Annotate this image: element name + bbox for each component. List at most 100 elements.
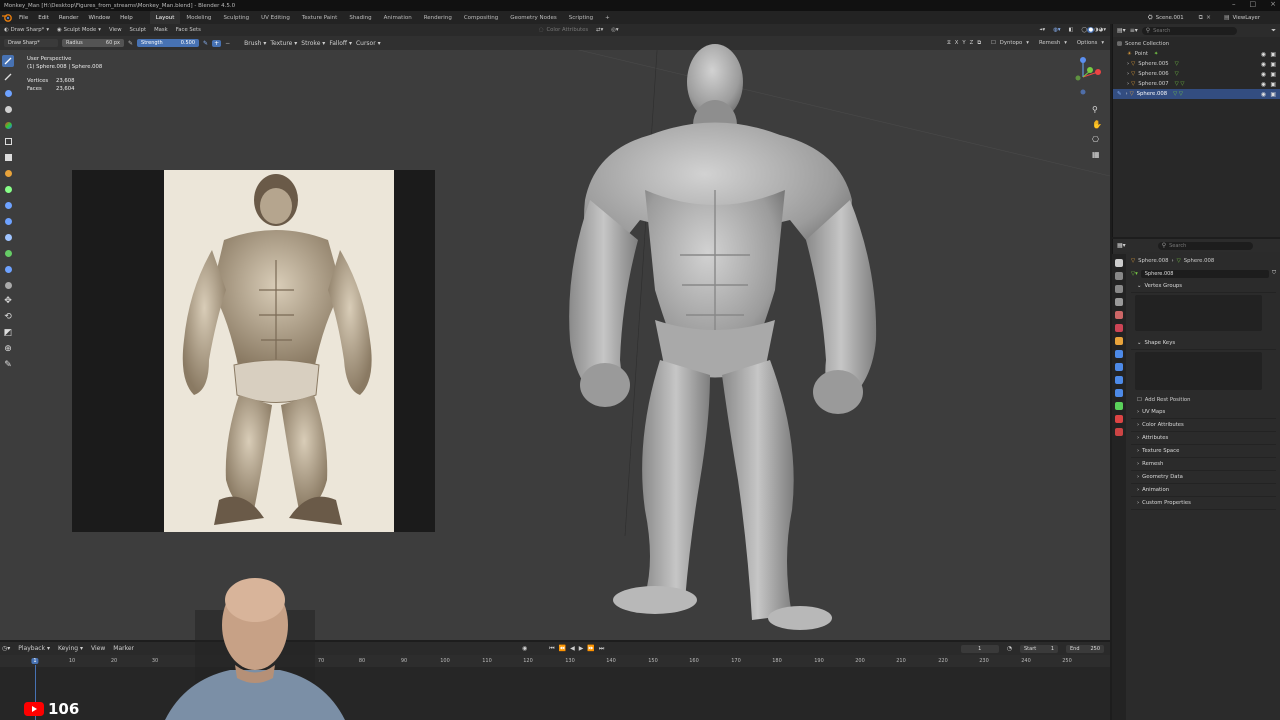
visibility-eye-icon[interactable]: ◉ (1261, 81, 1266, 88)
panel-uv-maps[interactable]: › UV Maps (1131, 406, 1276, 419)
smooth-tool[interactable] (2, 87, 14, 99)
visibility-eye-icon[interactable]: ◉ (1261, 51, 1266, 58)
expand-chevron-icon[interactable]: › (1125, 91, 1127, 97)
end-frame-field[interactable]: End 250 (1066, 644, 1104, 653)
menu-edit[interactable]: Edit (33, 11, 54, 24)
solid-shading-icon[interactable]: ● (1087, 27, 1095, 33)
scene-tab-icon[interactable] (1115, 311, 1123, 319)
play-reverse-icon[interactable]: ◀ (570, 645, 575, 652)
outliner-item-sphere-005[interactable]: › ▽ Sphere.005 ▽ ◉ ▣ (1113, 59, 1280, 69)
chevron-down-icon[interactable]: ▾ (1026, 40, 1029, 46)
tab-uv-editing[interactable]: UV Editing (255, 11, 296, 24)
color-attributes-menu[interactable]: ◌ Color Attributes (535, 24, 592, 36)
chevron-down-icon[interactable]: ▾ (1101, 40, 1104, 46)
annotate-tool[interactable]: ✎ (2, 359, 14, 371)
cursor-menu[interactable]: Cursor ▾ (356, 40, 381, 47)
menu-view[interactable]: View (91, 645, 105, 652)
world-tab-icon[interactable] (1115, 324, 1123, 332)
timeline-editor-icon[interactable]: ◷▾ (2, 645, 10, 652)
jump-start-icon[interactable]: ⏮ (549, 645, 554, 653)
expand-chevron-icon[interactable]: › (1127, 61, 1129, 67)
fake-user-shield-icon[interactable]: ⛉ (1272, 270, 1276, 277)
render-camera-icon[interactable]: ▣ (1270, 81, 1276, 88)
radius-field[interactable]: Radius 60 px (62, 39, 124, 47)
auto-key-icon[interactable]: ◉ (522, 645, 527, 652)
face-set-tool[interactable] (2, 167, 14, 179)
gizmo-icon[interactable]: ⌖▾ (1036, 24, 1050, 36)
navigation-gizmo[interactable]: ⚲ ✋ ⎔ ▦ (1070, 55, 1106, 159)
menu-sculpt[interactable]: Sculpt (126, 24, 151, 36)
panel-color-attributes[interactable]: › Color Attributes (1131, 419, 1276, 432)
symmetry-y-toggle[interactable]: Y (962, 40, 965, 46)
pen-pressure-icon[interactable]: ✎ (203, 40, 208, 47)
scene-delete-icon[interactable]: × (1206, 14, 1211, 21)
texture-tab-icon[interactable] (1115, 428, 1123, 436)
mesh-name-field[interactable]: Sphere.008 (1140, 269, 1270, 278)
maximize-icon[interactable]: □ (1250, 0, 1257, 11)
box-hide-tool[interactable] (2, 151, 14, 163)
panel-custom-properties[interactable]: › Custom Properties (1131, 497, 1276, 510)
expand-chevron-icon[interactable]: › (1127, 81, 1129, 87)
render-camera-icon[interactable]: ▣ (1270, 71, 1276, 78)
outliner-item-sphere-007[interactable]: › ▽ Sphere.007 ▽ ▽ ◉ ▣ (1113, 79, 1280, 89)
remesh-label[interactable]: Remesh (1039, 40, 1060, 46)
pen-pressure-icon[interactable]: ✎ (128, 40, 133, 47)
outliner-item-point[interactable]: ☀ Point ✦ ◉ ▣ (1113, 49, 1280, 59)
chevron-down-icon[interactable]: ▾ (1064, 40, 1067, 46)
constraints-tab-icon[interactable] (1115, 389, 1123, 397)
outliner-item-sphere-008[interactable]: ✎ › ▽ Sphere.008 ▽ ▽ ◉ ▣ (1113, 89, 1280, 99)
symmetry-lock-icon[interactable]: ⧉ (977, 40, 981, 47)
jump-end-icon[interactable]: ⏭ (599, 645, 604, 653)
proportional-icon[interactable]: ◎▾ (607, 24, 622, 36)
symmetry-z-toggle[interactable]: Z (970, 40, 974, 46)
tab-shading[interactable]: Shading (343, 11, 377, 24)
checkbox[interactable]: ☐ (1137, 397, 1142, 403)
minimize-icon[interactable]: – (1232, 0, 1236, 11)
xray-icon[interactable]: ◧ (1065, 24, 1078, 36)
rotate-tool[interactable]: ⟲ (2, 311, 14, 323)
visibility-eye-icon[interactable]: ◉ (1261, 91, 1266, 98)
vertex-groups-list[interactable] (1135, 295, 1262, 331)
mode-selector[interactable]: ◉ Sculpt Mode ▾ (53, 24, 105, 36)
prev-keyframe-icon[interactable]: ⏪ (559, 645, 566, 652)
panel-texture-space[interactable]: › Texture Space (1131, 445, 1276, 458)
box-mask-tool[interactable] (2, 135, 14, 147)
object-tab-icon[interactable] (1115, 337, 1123, 345)
simplify-tool[interactable] (2, 263, 14, 275)
menu-face-sets[interactable]: Face Sets (172, 24, 205, 36)
filter-funnel-icon[interactable]: ⏷ (1271, 27, 1276, 35)
falloff-menu[interactable]: Falloff ▾ (329, 40, 352, 47)
outliner-editor-icon[interactable]: ▤▾ (1117, 27, 1126, 34)
scene-collection-row[interactable]: ▨ Scene Collection (1113, 39, 1280, 49)
menu-mask[interactable]: Mask (150, 24, 172, 36)
render-camera-icon[interactable]: ▣ (1270, 91, 1276, 98)
stopwatch-icon[interactable]: ◔ (1007, 645, 1012, 652)
tab-sculpting[interactable]: Sculpting (217, 11, 255, 24)
tab-layout[interactable]: Layout (149, 11, 181, 24)
strength-field[interactable]: Strength 0.500 (137, 39, 200, 47)
scene-new-icon[interactable]: ⧉ (1199, 14, 1203, 22)
mask-tool[interactable] (2, 103, 14, 115)
brush-asset-field[interactable]: Draw Sharp* (4, 39, 58, 47)
current-frame-field[interactable]: 1 (960, 644, 999, 653)
snake-hook-tool[interactable] (2, 215, 14, 227)
expand-chevron-icon[interactable]: › (1127, 71, 1129, 77)
render-camera-icon[interactable]: ▣ (1270, 51, 1276, 58)
physics-tab-icon[interactable] (1115, 376, 1123, 384)
brush-selector[interactable]: ◐ Draw Sharp* ▾ (0, 24, 53, 36)
render-camera-icon[interactable]: ▣ (1270, 61, 1276, 68)
mesh-data-tab-icon[interactable] (1115, 402, 1123, 410)
properties-search-input[interactable]: ⚲ Search (1157, 241, 1253, 250)
brush-menu[interactable]: Brush ▾ (244, 40, 266, 47)
next-keyframe-icon[interactable]: ⏩ (587, 645, 594, 652)
current-frame-marker[interactable]: 1 (31, 658, 39, 664)
cloth-tool[interactable] (2, 247, 14, 259)
menu-help[interactable]: Help (115, 11, 138, 24)
particles-tab-icon[interactable] (1115, 363, 1123, 371)
tab-texture-paint[interactable]: Texture Paint (296, 11, 344, 24)
stroke-menu[interactable]: Stroke ▾ (301, 40, 325, 47)
play-icon[interactable]: ▶ (579, 645, 584, 652)
overlays-icon[interactable]: ◍▾ (1049, 24, 1064, 36)
panel-shape-keys[interactable]: ⌄ Shape Keys (1131, 337, 1276, 350)
tab-scripting[interactable]: Scripting (563, 11, 599, 24)
